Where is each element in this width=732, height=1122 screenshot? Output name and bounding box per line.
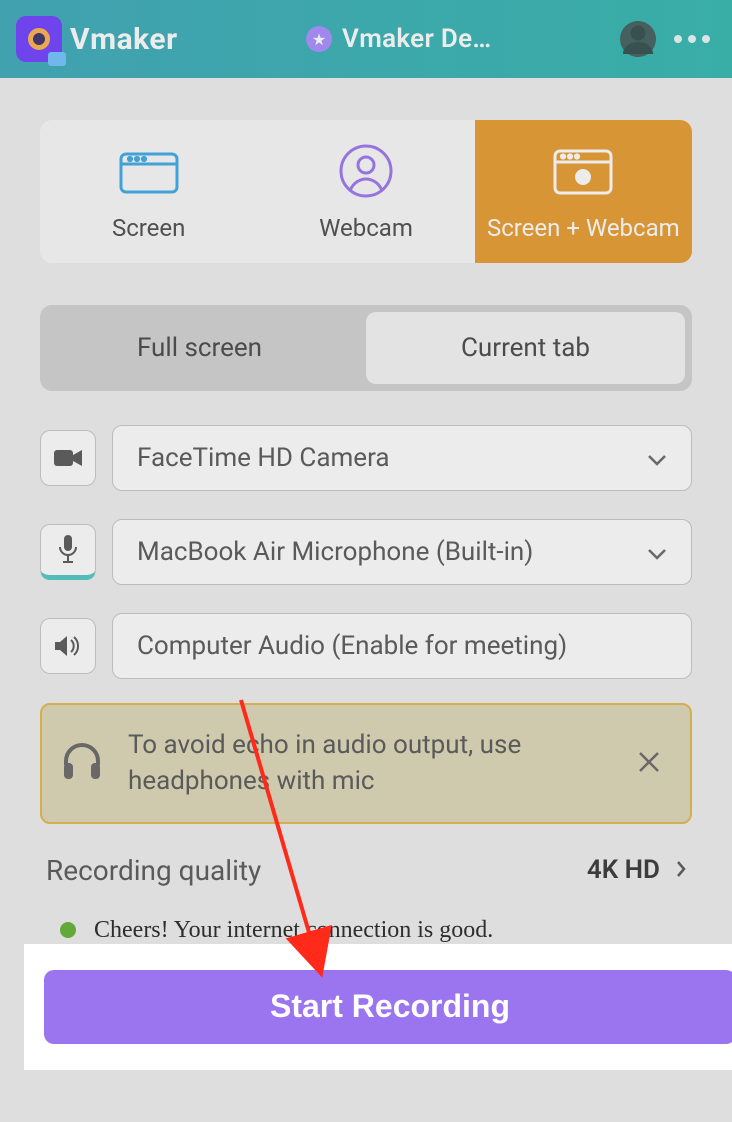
microphone-select-value: MacBook Air Microphone (Built-in) xyxy=(137,537,533,567)
system-audio-select[interactable]: Computer Audio (Enable for meeting) xyxy=(112,613,692,679)
recording-mode-tabs: Screen Webcam Screen + Webc xyxy=(40,120,692,263)
team-selector[interactable]: ★ Vmaker De… xyxy=(178,24,620,54)
start-recording-button[interactable]: Start Recording xyxy=(44,970,732,1044)
camera-select[interactable]: FaceTime HD Camera xyxy=(112,425,692,491)
chevron-down-icon xyxy=(647,443,667,473)
team-name: Vmaker De… xyxy=(342,24,491,54)
microphone-select[interactable]: MacBook Air Microphone (Built-in) xyxy=(112,519,692,585)
mode-screen-label: Screen xyxy=(112,214,185,242)
user-avatar[interactable] xyxy=(620,21,656,57)
system-audio-value: Computer Audio (Enable for meeting) xyxy=(137,631,567,661)
status-dot-icon xyxy=(60,922,76,938)
speaker-icon xyxy=(40,618,96,674)
brand-logo-icon xyxy=(16,16,62,62)
scope-full-screen[interactable]: Full screen xyxy=(40,312,359,384)
capture-scope-toggle: Full screen Current tab xyxy=(40,305,692,391)
mode-webcam-label: Webcam xyxy=(319,214,413,242)
footer-bar: Start Recording xyxy=(24,944,732,1070)
screen-icon xyxy=(118,142,180,200)
chevron-down-icon xyxy=(647,537,667,567)
connection-status-text: Cheers! Your internet connection is good… xyxy=(94,917,493,944)
close-icon[interactable] xyxy=(626,741,672,786)
recording-quality-value[interactable]: 4K HD xyxy=(587,855,686,885)
camera-select-value: FaceTime HD Camera xyxy=(137,443,390,473)
connection-status: Cheers! Your internet connection is good… xyxy=(40,917,692,944)
brand-name: Vmaker xyxy=(70,22,178,57)
mode-combo-label: Screen + Webcam xyxy=(487,214,680,242)
app-header: Vmaker ★ Vmaker De… xyxy=(0,0,732,78)
brand-block: Vmaker xyxy=(16,16,178,62)
mode-webcam[interactable]: Webcam xyxy=(257,120,474,263)
screen-webcam-icon xyxy=(552,142,614,200)
headphones-hint-text: To avoid echo in audio output, use headp… xyxy=(128,727,602,800)
microphone-icon xyxy=(40,524,96,580)
scope-current-tab[interactable]: Current tab xyxy=(366,312,685,384)
chevron-right-icon xyxy=(676,855,686,885)
star-icon: ★ xyxy=(306,26,332,52)
mode-screen[interactable]: Screen xyxy=(40,120,257,263)
webcam-icon xyxy=(338,142,394,200)
recording-quality-label: Recording quality xyxy=(46,854,261,887)
more-menu-icon[interactable] xyxy=(674,35,710,43)
mode-screen-webcam[interactable]: Screen + Webcam xyxy=(475,120,692,263)
headphones-icon xyxy=(60,739,104,787)
headphones-hint: To avoid echo in audio output, use headp… xyxy=(40,703,692,824)
camera-icon xyxy=(40,430,96,486)
